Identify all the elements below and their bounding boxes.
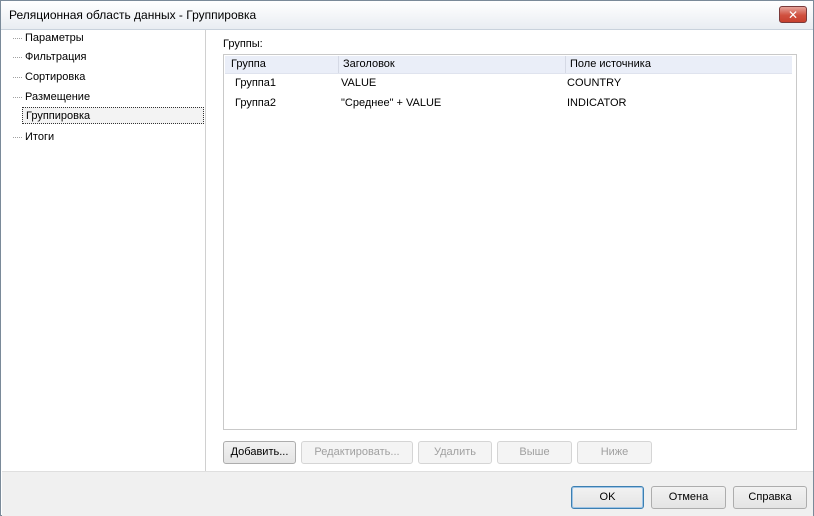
close-icon: ✕ bbox=[787, 8, 799, 22]
dialog-footer: OK Отмена Справка bbox=[2, 471, 813, 516]
title-bar[interactable]: Реляционная область данных - Группировка… bbox=[1, 1, 813, 30]
move-up-button[interactable]: Выше bbox=[497, 441, 572, 464]
cell-group: Группа2 bbox=[235, 97, 276, 109]
cancel-button[interactable]: Отмена bbox=[651, 486, 726, 509]
nav-item-placement[interactable]: Размещение bbox=[10, 89, 203, 106]
move-down-button[interactable]: Ниже bbox=[577, 441, 652, 464]
nav-item-label: Фильтрация bbox=[25, 51, 87, 63]
close-button[interactable]: ✕ bbox=[779, 6, 807, 23]
column-header-caption[interactable]: Заголовок bbox=[338, 56, 395, 73]
cell-group: Группа1 bbox=[235, 77, 276, 89]
nav-item-parameters[interactable]: Параметры bbox=[10, 30, 203, 47]
table-header: Группа Заголовок Поле источника bbox=[225, 56, 792, 74]
add-button[interactable]: Добавить... bbox=[223, 441, 296, 464]
window-title: Реляционная область данных - Группировка bbox=[9, 8, 257, 22]
nav-item-label: Размещение bbox=[25, 91, 91, 103]
table-row[interactable]: Группа1 VALUE COUNTRY bbox=[225, 75, 792, 95]
column-header-source-field[interactable]: Поле источника bbox=[565, 56, 651, 73]
cell-caption: "Среднее" + VALUE bbox=[341, 97, 442, 109]
table-row[interactable]: Группа2 "Среднее" + VALUE INDICATOR bbox=[225, 95, 792, 115]
settings-nav-tree: Параметры Фильтрация Сортировка Размещен… bbox=[2, 30, 206, 471]
tree-line-icon bbox=[13, 57, 22, 58]
tree-line-icon bbox=[13, 38, 22, 39]
nav-item-totals[interactable]: Итоги bbox=[10, 129, 203, 146]
groups-table[interactable]: Группа Заголовок Поле источника Группа1 … bbox=[223, 54, 797, 430]
nav-item-label: Итоги bbox=[25, 131, 55, 143]
cell-source-field: INDICATOR bbox=[567, 97, 627, 109]
grouping-panel: Группы: Группа Заголовок Поле источника … bbox=[206, 30, 813, 471]
nav-item-label: Группировка bbox=[26, 110, 91, 122]
nav-item-sorting[interactable]: Сортировка bbox=[10, 69, 203, 86]
help-button[interactable]: Справка bbox=[733, 486, 807, 509]
tree-line-icon bbox=[13, 97, 22, 98]
nav-item-grouping[interactable]: Группировка bbox=[22, 107, 204, 124]
tree-line-icon bbox=[13, 77, 22, 78]
nav-item-label: Параметры bbox=[25, 32, 84, 44]
tree-line-icon bbox=[13, 137, 22, 138]
groups-label: Группы: bbox=[223, 38, 263, 50]
column-header-group[interactable]: Группа bbox=[231, 56, 266, 73]
ok-button[interactable]: OK bbox=[571, 486, 644, 509]
delete-button[interactable]: Удалить bbox=[418, 441, 492, 464]
nav-item-label: Сортировка bbox=[25, 71, 86, 83]
cell-caption: VALUE bbox=[341, 77, 377, 89]
edit-button[interactable]: Редактировать... bbox=[301, 441, 413, 464]
nav-item-filtering[interactable]: Фильтрация bbox=[10, 49, 203, 66]
cell-source-field: COUNTRY bbox=[567, 77, 622, 89]
dialog-window: Реляционная область данных - Группировка… bbox=[0, 0, 814, 516]
